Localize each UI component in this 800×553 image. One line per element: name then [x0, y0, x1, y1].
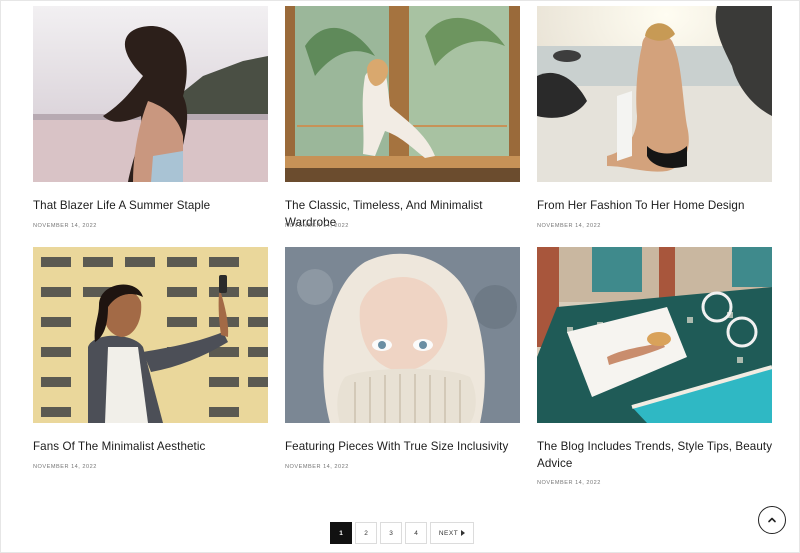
- post-date: NOVEMBER 14, 2022: [537, 223, 601, 229]
- post-date: NOVEMBER 14, 2022: [285, 464, 349, 470]
- post-thumbnail[interactable]: [33, 6, 268, 182]
- post-title[interactable]: From Her Fashion To Her Home Design: [537, 197, 777, 214]
- page-button-4[interactable]: 4: [405, 522, 427, 544]
- beach-woman-photo: [33, 6, 268, 182]
- page-button-2[interactable]: 2: [355, 522, 377, 544]
- post-thumbnail[interactable]: [285, 247, 520, 423]
- post-title[interactable]: Featuring Pieces With True Size Inclusiv…: [285, 438, 525, 455]
- post-date: NOVEMBER 14, 2022: [33, 223, 97, 229]
- selfie-woman-photo: [33, 247, 268, 423]
- chevron-right-icon: [461, 530, 466, 536]
- post-thumbnail[interactable]: [537, 247, 772, 423]
- page-button-1[interactable]: 1: [330, 522, 352, 544]
- rocky-beach-woman-photo: [537, 6, 772, 182]
- scroll-to-top-button[interactable]: [758, 506, 786, 534]
- post-title[interactable]: Fans Of The Minimalist Aesthetic: [33, 438, 273, 455]
- post-title[interactable]: That Blazer Life A Summer Staple: [33, 197, 273, 214]
- next-page-button[interactable]: NEXT: [430, 522, 474, 544]
- post-title[interactable]: The Blog Includes Trends, Style Tips, Be…: [537, 438, 777, 472]
- chevron-up-icon: [768, 517, 776, 523]
- post-thumbnail[interactable]: [285, 6, 520, 182]
- post-date: NOVEMBER 14, 2022: [537, 480, 601, 486]
- post-thumbnail[interactable]: [537, 6, 772, 182]
- next-label: NEXT: [438, 529, 459, 537]
- blonde-sweater-photo: [285, 247, 520, 423]
- poolside-lounge-photo: [537, 247, 772, 423]
- page-button-3[interactable]: 3: [380, 522, 402, 544]
- window-woman-photo: [285, 6, 520, 182]
- post-date: NOVEMBER 14, 2022: [33, 464, 97, 470]
- pagination: 1 2 3 4 NEXT: [330, 522, 474, 544]
- post-date: NOVEMBER 14, 2022: [285, 223, 349, 229]
- post-thumbnail[interactable]: [33, 247, 268, 423]
